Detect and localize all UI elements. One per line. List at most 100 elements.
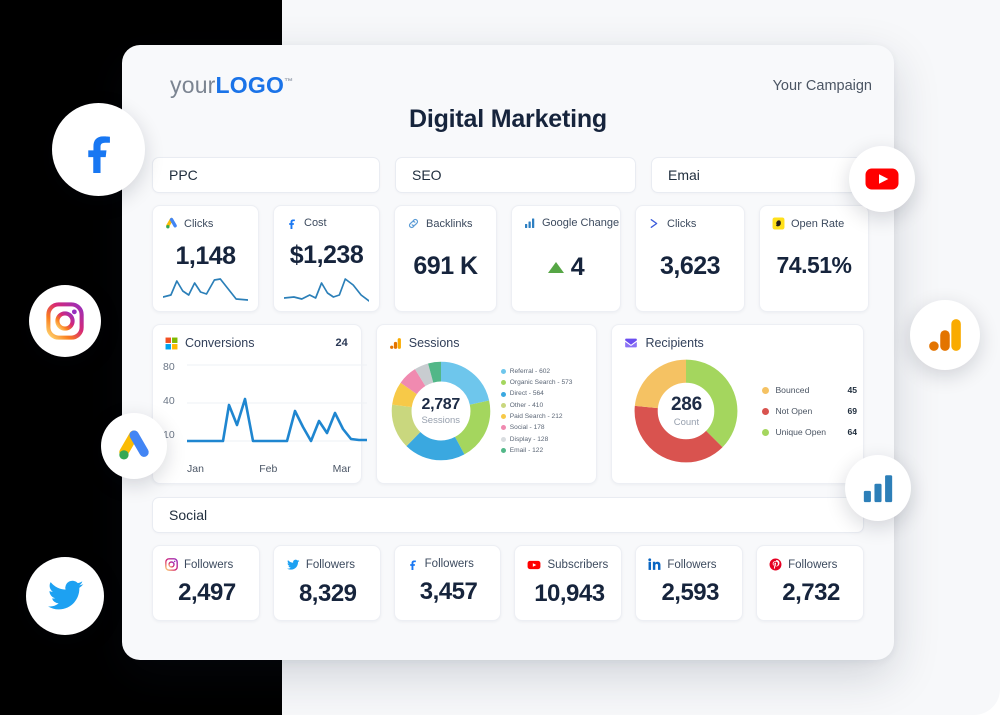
legend-dot [762,386,770,394]
social-value: 3,457 [419,578,478,605]
social-card-row: Followers 2,497 Followers 8,329 Follower… [122,533,894,621]
legend-text: Referral - 602 [509,367,551,375]
section-ppc[interactable]: PPC [152,157,380,193]
social-card-instagram[interactable]: Followers 2,497 [152,545,260,621]
social-card-facebook[interactable]: Followers 3,457 [393,545,502,621]
conversions-badge-value: 24 [335,337,348,349]
legend-dot [500,391,506,397]
dashboard-card: yourLOGO™ Your Campaign Digital Marketin… [122,45,894,660]
social-section-bar-wrap: Social [122,484,894,533]
x-tick: Jan [187,463,204,475]
kpi-value-wrap: 4 [524,251,608,282]
social-label: Followers [305,559,356,571]
kpi-group-email: Clicks 3,623 Open Rate 74.51% [635,205,869,312]
donut-center-text: 286 Count [632,394,740,428]
bar-chart-icon [524,217,536,229]
youtube-icon [865,168,899,190]
x-tick: Mar [332,463,351,475]
panel-recipients[interactable]: Recipients 286 Count Bounced 45 Not Open… [611,324,864,484]
x-axis-labels: Jan Feb Mar [187,463,351,475]
social-value: 10,943 [534,580,605,607]
legend-item: Referral - 602 [500,366,573,377]
legend-dot [762,407,770,415]
social-label: Followers [667,558,717,571]
social-card-linkedin[interactable]: Followers 2,593 [635,545,744,621]
legend-text: Email - 122 [509,446,544,454]
kpi-header: Open Rate [772,217,856,230]
campaign-label: Your Campaign [772,78,872,94]
legend-label: Not Open [775,406,813,416]
kpi-card-open-rate[interactable]: Open Rate 74.51% [759,205,869,312]
google-ads-badge[interactable] [101,413,167,479]
kpi-header: Followers [165,558,249,571]
logo-brand: LOGO [215,72,285,98]
google-ads-icon [119,430,149,460]
social-value: 8,329 [298,580,357,607]
conversions-line-chart [187,364,367,443]
section-email-label: Emai [668,167,700,183]
sessions-legend: Referral - 602 Organic Search - 573 Dire… [500,366,573,457]
legend-text: Social - 178 [509,424,545,432]
linkedin-icon [648,558,661,571]
facebook-badge[interactable] [52,103,145,196]
kpi-row: Clicks 1,148 Cost $1,238 Backlinks 691 K… [122,193,894,312]
kpi-card-backlinks[interactable]: Backlinks 691 K [394,205,497,312]
panel-title-label: Sessions [408,336,460,350]
section-social-label: Social [169,507,208,523]
kpi-group-ppc: Clicks 1,148 Cost $1,238 [152,205,380,312]
kpi-card-ppc-clicks[interactable]: Clicks 1,148 [152,205,259,312]
kpi-header: Followers [769,558,853,571]
kpi-card-ppc-cost[interactable]: Cost $1,238 [273,205,380,312]
social-label: Subscribers [547,559,609,571]
google-ads-icon [165,217,178,230]
search-console-badge[interactable] [845,455,911,521]
youtube-icon [527,558,541,572]
instagram-badge[interactable] [29,285,101,357]
pinterest-icon [769,558,782,571]
panel-sessions[interactable]: Sessions 2,787 Sessions Referral - 602 O… [375,324,598,484]
kpi-card-google-change[interactable]: Google Change 4 [511,205,621,312]
google-analytics-badge[interactable] [910,300,980,370]
panel-conversions[interactable]: Conversions 24 80 40 10 Jan Feb Mar [152,324,367,484]
sessions-total: 2,787 [421,396,461,413]
legend-text: Direct - 564 [509,390,544,398]
twitter-icon [48,580,84,610]
section-social[interactable]: Social [152,497,864,533]
legend-item: Direct - 564 [500,388,573,399]
triangle-up-icon [547,262,564,273]
kpi-card-email-clicks[interactable]: Clicks 3,623 [635,205,745,312]
recipients-label: Count [673,417,700,428]
recipients-legend: Bounced 45 Not Open 69 Unique Open 64 [762,380,857,443]
legend-text: Other - 410 [509,401,544,409]
legend-item: Organic Search - 573 [500,377,572,388]
chart-row: Conversions 24 80 40 10 Jan Feb Mar Sess… [122,312,894,484]
social-card-twitter[interactable]: Followers 8,329 [272,545,381,621]
social-card-pinterest[interactable]: Followers 2,732 [756,545,864,621]
kpi-value: 3,623 [659,252,721,280]
kpi-header: Followers [407,558,491,570]
youtube-badge[interactable] [849,146,915,212]
social-card-youtube[interactable]: Subscribers 10,943 [514,545,623,621]
legend-dot [500,436,506,442]
legend-label: Unique Open [775,427,827,437]
social-label: Followers [424,558,474,570]
kpi-label: Cost [304,217,327,229]
legend-item: Not Open 69 [762,401,857,422]
social-label: Followers [184,558,234,571]
social-value: 2,732 [782,579,840,606]
logo-your: your [170,72,216,98]
legend-item: Display - 128 [500,434,573,445]
section-email[interactable]: Emai [651,157,864,193]
facebook-icon [407,558,419,570]
legend-value: 64 [847,427,857,437]
legend-text: Paid Search - 212 [509,413,563,420]
twitter-badge[interactable] [26,557,104,635]
kpi-header: Cost [286,217,367,229]
kpi-header: Clicks [648,217,732,230]
legend-item: Bounced 45 [762,380,857,401]
kpi-label: Google Change [542,217,620,229]
section-seo[interactable]: SEO [395,157,636,193]
legend-dot [500,448,506,454]
recipients-chart-area: 286 Count Bounced 45 Not Open 69 Unique … [612,350,863,472]
kpi-value: 74.51% [776,252,852,278]
